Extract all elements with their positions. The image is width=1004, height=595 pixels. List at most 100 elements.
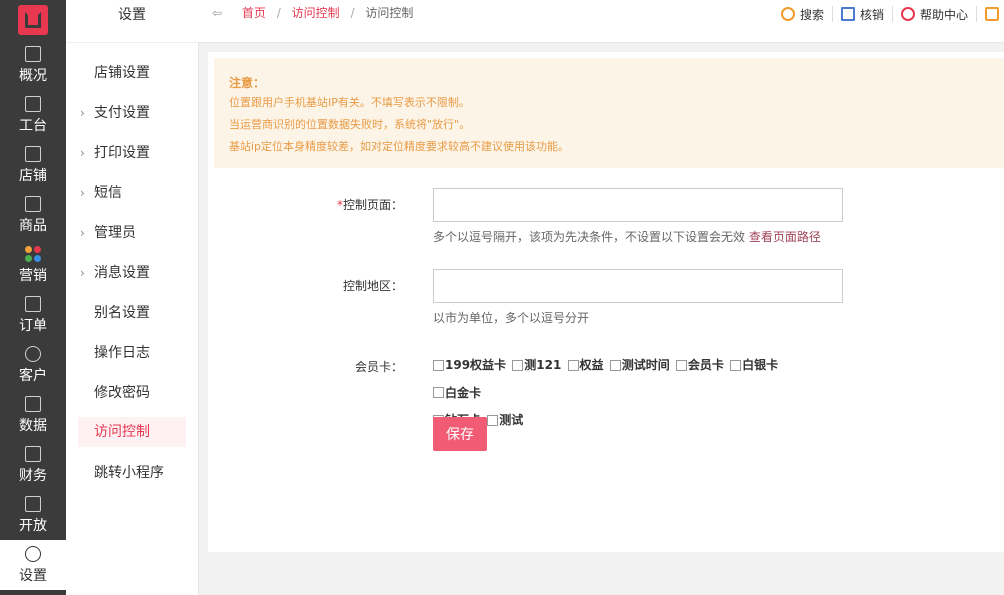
member-card-name: 白银卡	[742, 358, 779, 372]
back-arrow-icon[interactable]: ⇦	[212, 6, 222, 20]
notice-line: 基站ip定位本身精度较差，如对定位精度要求较高不建议使用该功能。	[229, 140, 570, 153]
settings-sidebar: 设置 店铺设置 › 支付设置 › 打印设置 › 短信 › 管理员 › 消息设置 别名设置 …	[66, 0, 199, 595]
member-card-option[interactable]: 测试时间	[609, 352, 670, 378]
order-icon	[25, 295, 41, 312]
member-card-name: 权益	[579, 358, 604, 372]
sidebar-item-label: 管理员	[94, 225, 136, 241]
nav-item-marketing[interactable]: 营销	[0, 240, 66, 290]
member-card-option[interactable]: 白银卡	[730, 352, 778, 378]
nav-item-customers[interactable]: 客户	[0, 340, 66, 390]
control-area-input[interactable]	[433, 269, 843, 303]
store-icon	[25, 145, 41, 162]
nav-label: 商品	[19, 217, 47, 234]
main-nav: 概况 工台 店铺 商品 营销 订单 客户 数据 财务 开放 设置	[0, 0, 66, 595]
save-button[interactable]: 保存	[433, 417, 487, 451]
checkbox[interactable]	[567, 359, 579, 371]
nav-item-workbench[interactable]: 工台	[0, 90, 66, 140]
notice-box: 注意： 位置跟用户手机基站IP有关。不填写表示不限制。 当运营商识别的位置数据失…	[214, 58, 1004, 168]
breadcrumb-separator: /	[276, 6, 281, 20]
nav-item-settings[interactable]: 设置	[0, 540, 66, 590]
breadcrumb-parent[interactable]: 访问控制	[292, 6, 340, 20]
member-card-name: 测试时间	[621, 358, 670, 372]
member-card-name: 199权益卡	[445, 358, 507, 372]
control-area-hint: 以市为单位，多个以逗号分开	[433, 311, 590, 325]
sidebar-item-miniprogram[interactable]: 跳转小程序	[66, 453, 198, 493]
nav-item-open[interactable]: 开放	[0, 490, 66, 540]
member-card-option[interactable]: 白金卡	[433, 380, 481, 406]
scan-icon	[840, 7, 855, 21]
member-card-option[interactable]: 199权益卡	[433, 352, 506, 378]
checkbox[interactable]	[433, 359, 444, 371]
sidebar-item-admin[interactable]: › 管理员	[66, 213, 198, 253]
sidebar-item-label: 访问控制	[94, 424, 150, 440]
logo-mark	[18, 5, 48, 35]
checkbox[interactable]	[487, 414, 499, 426]
notice-line: 当运营商识别的位置数据失败时，系统将"放行"。	[229, 118, 471, 131]
toolbar: 搜索 核销 帮助中心	[773, 6, 1004, 22]
sidebar-item-label: 支付设置	[94, 105, 150, 121]
nav-label: 工台	[19, 117, 47, 134]
sidebar-item-label: 别名设置	[94, 305, 150, 321]
brand-logo[interactable]	[0, 0, 66, 40]
checkbox[interactable]	[433, 387, 444, 398]
member-card-name: 测试	[499, 413, 524, 427]
member-card-option[interactable]: 测试	[487, 407, 523, 433]
breadcrumb-home[interactable]: 首页	[242, 6, 266, 20]
chart-icon	[25, 395, 41, 412]
member-card-label: 会员卡：	[354, 360, 403, 374]
search-button[interactable]: 搜索	[773, 6, 833, 22]
nav-item-store[interactable]: 店铺	[0, 140, 66, 190]
help-label: 帮助中心	[919, 7, 968, 22]
gear-icon	[25, 545, 41, 562]
sidebar-item-sms[interactable]: › 短信	[66, 173, 198, 213]
monitor-icon	[25, 45, 41, 62]
desktop-icon	[25, 95, 41, 112]
user-icon	[25, 345, 41, 362]
extra-tool-button[interactable]	[977, 6, 1004, 22]
sidebar-item-alias[interactable]: 别名设置	[66, 293, 198, 333]
checkbox[interactable]	[675, 359, 687, 371]
breadcrumb-current: 访问控制	[365, 6, 414, 20]
sidebar-item-print[interactable]: › 打印设置	[66, 133, 198, 173]
checkbox[interactable]	[609, 359, 621, 371]
nav-label: 营销	[19, 267, 47, 284]
top-bar: ⇦ 首页 / 访问控制 / 访问控制 搜索 核销 帮助中心	[198, 0, 1004, 43]
nav-item-overview[interactable]: 概况	[0, 40, 66, 90]
nav-item-finance[interactable]: 财务	[0, 440, 66, 490]
sidebar-item-password[interactable]: 修改密码	[66, 373, 198, 413]
checkbox[interactable]	[730, 359, 742, 371]
sidebar-item-access-control[interactable]: 访问控制	[78, 417, 186, 447]
breadcrumb: ⇦ 首页 / 访问控制 / 访问控制	[212, 4, 413, 21]
nav-label: 开放	[19, 517, 47, 534]
help-center-button[interactable]: 帮助中心	[893, 6, 977, 22]
sidebar-item-logs[interactable]: 操作日志	[66, 333, 198, 373]
member-card-option[interactable]: 会员卡	[675, 352, 724, 378]
sidebar-item-label: 打印设置	[94, 145, 150, 161]
checkbox[interactable]	[512, 359, 524, 371]
member-card-option[interactable]: 权益	[567, 352, 604, 378]
nav-item-goods[interactable]: 商品	[0, 190, 66, 240]
sidebar-item-message[interactable]: › 消息设置	[66, 253, 198, 293]
control-page-input[interactable]	[433, 188, 843, 222]
bag-icon	[25, 195, 41, 212]
nav-label: 订单	[19, 317, 47, 334]
sidebar-item-store-settings[interactable]: 店铺设置	[66, 53, 198, 93]
breadcrumb-separator: /	[350, 6, 355, 20]
member-card-name: 会员卡	[687, 358, 724, 372]
view-page-path-link[interactable]: 查看页面路径	[749, 230, 821, 244]
notice-line: 位置跟用户手机基站IP有关。不填写表示不限制。	[229, 96, 470, 109]
control-page-label-text: 控制页面：	[342, 198, 403, 212]
verify-label: 核销	[859, 7, 884, 22]
verify-button[interactable]: 核销	[833, 6, 893, 22]
nav-item-orders[interactable]: 订单	[0, 290, 66, 340]
main-content: 注意： 位置跟用户手机基站IP有关。不填写表示不限制。 当运营商识别的位置数据失…	[208, 52, 1004, 552]
nav-label: 概况	[19, 67, 47, 84]
sidebar-item-label: 跳转小程序	[94, 465, 164, 481]
code-icon	[25, 495, 41, 512]
wallet-icon	[25, 445, 41, 462]
nav-label: 店铺	[19, 167, 47, 184]
sidebar-item-payment[interactable]: › 支付设置	[66, 93, 198, 133]
nav-item-data[interactable]: 数据	[0, 390, 66, 440]
member-card-name: 白金卡	[445, 385, 482, 400]
member-card-option[interactable]: 测121	[512, 352, 561, 378]
